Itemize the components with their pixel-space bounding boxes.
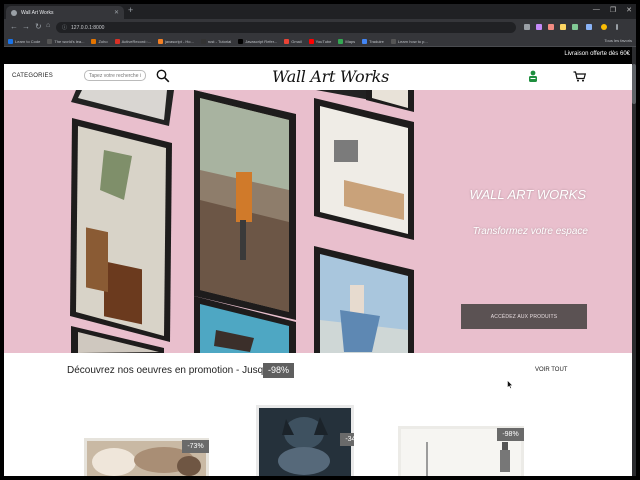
minimize-button[interactable]: — bbox=[593, 6, 600, 14]
translate-icon bbox=[362, 38, 368, 44]
tab-title: Wall Art Works bbox=[21, 9, 54, 16]
browser-window: Wall Art Works ✕ + — ❐ ✕ ← → ↻ ⌂ ⓘ 127.0… bbox=[4, 4, 636, 476]
bookmark-favicon-icon bbox=[238, 38, 244, 44]
new-tab-button[interactable]: + bbox=[128, 5, 133, 15]
bookmark-label: Javascript Refer... bbox=[245, 38, 278, 44]
discount-badge: -73% bbox=[182, 440, 209, 453]
profile-avatar[interactable] bbox=[601, 24, 607, 30]
extension-icon[interactable] bbox=[548, 24, 554, 30]
promotions-title: Découvrez nos oeuvres en promotion - Jus… bbox=[67, 365, 277, 376]
bookmark-favicon-icon bbox=[157, 38, 163, 44]
address-bar[interactable]: ⓘ 127.0.0.1:8000 bbox=[56, 22, 516, 33]
discount-badge: -98% bbox=[497, 428, 524, 441]
hero-image bbox=[70, 90, 414, 353]
bookmark-item[interactable]: Maps bbox=[338, 38, 356, 44]
bookmarks-bar: Learn to Code The world's lea... Zoho Ac… bbox=[4, 36, 636, 47]
bookmark-item[interactable]: rust - Tutorial bbox=[200, 38, 232, 44]
bookmark-item[interactable]: YouTube bbox=[308, 38, 332, 44]
bookmark-favicon-icon bbox=[8, 38, 13, 44]
tab-favicon-icon bbox=[11, 9, 17, 16]
site-header: CATEGORIES Wall Art Works bbox=[4, 64, 632, 90]
bookmark-item[interactable]: javascript - Ho... bbox=[157, 38, 194, 44]
promo-bar: Livraison offerte dès 60€ bbox=[4, 47, 632, 64]
hero-title: WALL ART WORKS bbox=[469, 187, 586, 202]
extension-icon[interactable] bbox=[572, 24, 578, 30]
all-bookmarks-button[interactable]: Tous les favoris bbox=[604, 38, 632, 43]
menu-kebab-icon[interactable] bbox=[616, 24, 618, 30]
bookmark-label: Traduire bbox=[369, 38, 384, 44]
bookmark-label: Maps bbox=[345, 38, 356, 44]
bookmark-label: ActiveRecord::... bbox=[121, 38, 151, 44]
bookmark-label: Learn how to p... bbox=[397, 38, 428, 44]
product-card[interactable]: -98% bbox=[398, 426, 524, 476]
max-discount-badge: -98% bbox=[263, 363, 294, 378]
bookmark-label: Zoho bbox=[98, 38, 108, 44]
bookmark-label: Learn to Code bbox=[15, 38, 41, 44]
close-window-button[interactable]: ✕ bbox=[626, 6, 632, 14]
extension-icon[interactable] bbox=[560, 24, 566, 30]
bookmark-label: Gmail bbox=[291, 38, 302, 44]
extensions-puzzle-icon[interactable] bbox=[586, 24, 592, 30]
page-scrollbar[interactable] bbox=[632, 47, 636, 476]
bookmark-item[interactable]: Javascript Refer... bbox=[238, 38, 278, 44]
bookmark-item[interactable]: The world's lea... bbox=[47, 38, 85, 44]
bookmark-favicon-icon bbox=[91, 38, 97, 44]
url-text: 127.0.0.1:8000 bbox=[71, 24, 105, 31]
forward-arrow-icon[interactable]: → bbox=[22, 22, 30, 31]
tab-strip: Wall Art Works ✕ + — ❐ ✕ bbox=[4, 4, 636, 19]
promo-text: Livraison offerte dès 60€ bbox=[564, 51, 630, 57]
info-icon[interactable]: ⓘ bbox=[62, 24, 67, 31]
reload-icon[interactable]: ↻ bbox=[35, 22, 42, 31]
tab-close-icon[interactable]: ✕ bbox=[114, 9, 119, 16]
bookmark-favicon-icon bbox=[47, 38, 53, 44]
account-icon[interactable] bbox=[528, 70, 538, 83]
bookmark-item[interactable]: ActiveRecord::... bbox=[114, 38, 151, 44]
bookmark-favicon-icon bbox=[200, 38, 206, 44]
maximize-button[interactable]: ❐ bbox=[610, 6, 616, 14]
mouse-cursor-icon bbox=[507, 380, 513, 389]
browser-tab[interactable]: Wall Art Works ✕ bbox=[6, 6, 124, 19]
extension-icon[interactable] bbox=[536, 24, 542, 30]
product-card[interactable]: -34% bbox=[256, 405, 354, 476]
bookmark-favicon-icon bbox=[390, 38, 396, 44]
see-all-link[interactable]: VOIR TOUT bbox=[535, 367, 567, 373]
scrollbar-thumb[interactable] bbox=[632, 64, 636, 104]
maps-icon bbox=[338, 38, 344, 44]
site-logo[interactable]: Wall Art Works bbox=[272, 67, 389, 86]
bookmark-label: The world's lea... bbox=[54, 38, 85, 44]
browser-toolbar: ← → ↻ ⌂ ⓘ 127.0.0.1:8000 bbox=[4, 19, 636, 36]
home-icon[interactable]: ⌂ bbox=[46, 22, 50, 29]
hero-subtitle: Transformez votre espace bbox=[472, 226, 588, 237]
window-controls: — ❐ ✕ bbox=[593, 6, 632, 14]
youtube-icon bbox=[308, 38, 314, 44]
bookmark-item[interactable]: Traduire bbox=[362, 38, 384, 44]
web-page: Livraison offerte dès 60€ CATEGORIES Wal… bbox=[4, 47, 632, 476]
bookmark-item[interactable]: Learn to Code bbox=[8, 38, 41, 44]
bookmark-favicon-icon bbox=[114, 38, 120, 44]
discount-badge: -34% bbox=[340, 433, 354, 446]
back-arrow-icon[interactable]: ← bbox=[10, 22, 18, 31]
gmail-icon bbox=[284, 38, 290, 44]
cart-icon[interactable] bbox=[573, 71, 586, 82]
bookmark-item[interactable]: Learn how to p... bbox=[390, 38, 428, 44]
search-icon[interactable] bbox=[156, 69, 170, 83]
search-input[interactable] bbox=[84, 70, 146, 81]
bookmark-label: javascript - Ho... bbox=[164, 38, 194, 44]
bookmark-star-icon[interactable] bbox=[524, 24, 530, 30]
hero-banner: WALL ART WORKS Transformez votre espace … bbox=[4, 90, 632, 353]
bookmark-item[interactable]: Zoho bbox=[91, 38, 108, 44]
product-card[interactable]: -73% bbox=[84, 438, 209, 476]
shop-products-button[interactable]: ACCÉDEZ AUX PRODUITS bbox=[461, 304, 587, 329]
bookmark-label: YouTube bbox=[315, 38, 332, 44]
categories-menu[interactable]: CATEGORIES bbox=[12, 73, 53, 79]
bookmark-label: rust - Tutorial bbox=[207, 38, 232, 44]
bookmark-item[interactable]: Gmail bbox=[284, 38, 302, 44]
